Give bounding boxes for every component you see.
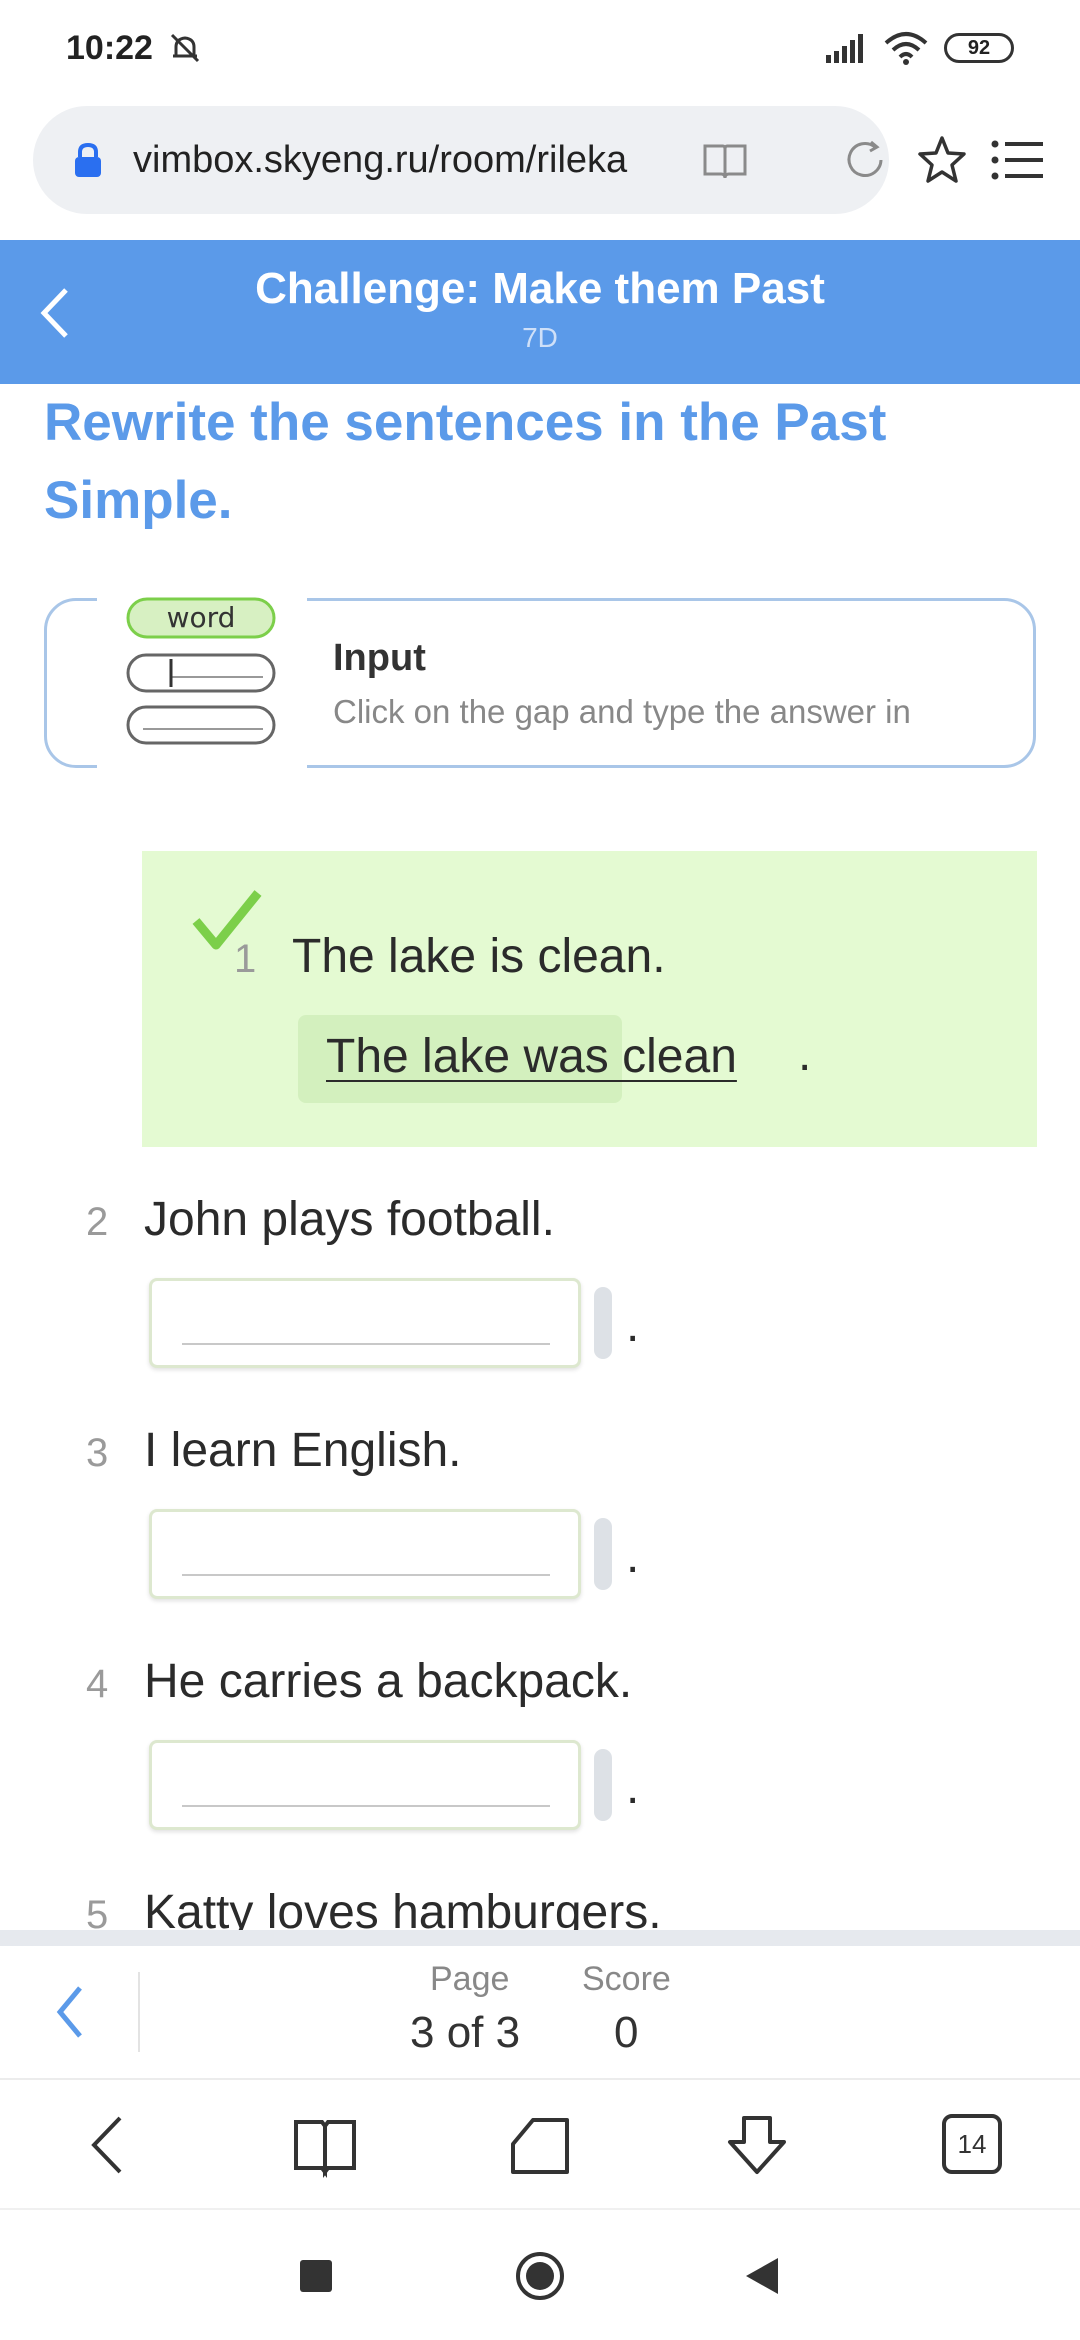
divider — [0, 1930, 1080, 1946]
status-bar: 10:22 92 — [0, 0, 1080, 96]
battery-indicator: 92 — [944, 33, 1014, 63]
chevron-left-icon[interactable] — [52, 1984, 88, 2040]
browser-toolbar: vimbox.skyeng.ru/room/rileka — [0, 96, 1080, 240]
lesson-header: Challenge: Make them Past 7D — [0, 240, 1080, 384]
card-title: Input — [333, 637, 426, 679]
input-illustration-icon: word — [126, 597, 276, 745]
task-title: Rewrite the sentences in the Past Simple… — [44, 393, 887, 530]
address-bar[interactable]: vimbox.skyeng.ru/room/rileka — [33, 106, 889, 214]
sentence-period: . — [626, 1761, 640, 1814]
svg-text:word: word — [167, 601, 236, 634]
score-value: 0 — [614, 2008, 639, 2057]
card-description: Click on the gap and type the answer in — [333, 693, 911, 730]
home-icon[interactable] — [505, 2110, 575, 2180]
status-indicators: 92 — [826, 31, 1014, 65]
page-value: 3 of 3 — [410, 2008, 521, 2057]
back-icon[interactable] — [74, 2110, 144, 2180]
reader-mode-icon[interactable] — [701, 136, 749, 184]
url-text[interactable]: vimbox.skyeng.ru/room/rileka — [133, 139, 643, 182]
answer-input-3[interactable] — [149, 1509, 581, 1599]
back-triangle-icon[interactable] — [738, 2250, 790, 2302]
bookmarks-book-icon[interactable] — [290, 2110, 360, 2180]
signal-icon — [826, 34, 863, 63]
exercise-type-card: word Input Click on the gap and type the… — [44, 595, 1036, 777]
gap-line — [182, 1805, 550, 1807]
download-icon[interactable] — [722, 2110, 792, 2180]
page-label: Page — [430, 1960, 510, 1998]
tabs-counter[interactable]: 14 — [942, 2114, 1002, 2174]
answer-input-4[interactable] — [149, 1740, 581, 1830]
lock-icon — [75, 142, 101, 177]
question-text: I learn English. — [144, 1424, 462, 1477]
question-text: He carries a backpack. — [144, 1655, 633, 1708]
drag-handle[interactable] — [594, 1749, 612, 1821]
wifi-icon — [884, 32, 928, 65]
divider — [138, 1972, 140, 2052]
recents-square-icon[interactable] — [290, 2250, 342, 2302]
answer-chip[interactable]: The lake was clean — [298, 1015, 737, 1103]
question-number: 1 — [234, 937, 257, 981]
status-time: 10:22 — [66, 28, 153, 67]
question-number: 4 — [86, 1662, 109, 1706]
reload-icon[interactable] — [841, 136, 889, 184]
pager-bar: Page 3 of 3 Score 0 — [0, 1946, 1080, 2078]
gap-line — [182, 1343, 550, 1345]
lesson-code: 7D — [522, 322, 558, 353]
bookmark-star-icon[interactable] — [916, 134, 968, 186]
question-number: 3 — [86, 1431, 109, 1475]
drag-handle[interactable] — [594, 1287, 612, 1359]
question-text: The lake is clean. — [292, 930, 666, 983]
menu-list-icon[interactable] — [990, 138, 1044, 182]
sentence-period: . — [626, 1299, 640, 1352]
answer-input-2[interactable] — [149, 1278, 581, 1368]
drag-handle[interactable] — [594, 1518, 612, 1590]
home-circle-icon[interactable] — [514, 2250, 566, 2302]
sentence-period: . — [798, 1028, 812, 1081]
answer-text: The lake was clean — [326, 1030, 737, 1083]
question-1-correct: 1 The lake is clean. The lake was clean … — [142, 851, 1037, 1147]
sentence-period: . — [626, 1530, 640, 1583]
lesson-title: Challenge: Make them Past — [255, 264, 825, 313]
question-number: 2 — [86, 1200, 109, 1244]
gap-line — [182, 1574, 550, 1576]
question-text: John plays football. — [144, 1193, 555, 1246]
bell-off-icon — [170, 33, 200, 63]
browser-navigation: 14 — [0, 2078, 1080, 2208]
system-navigation — [0, 2208, 1080, 2340]
score-label: Score — [582, 1960, 671, 1998]
